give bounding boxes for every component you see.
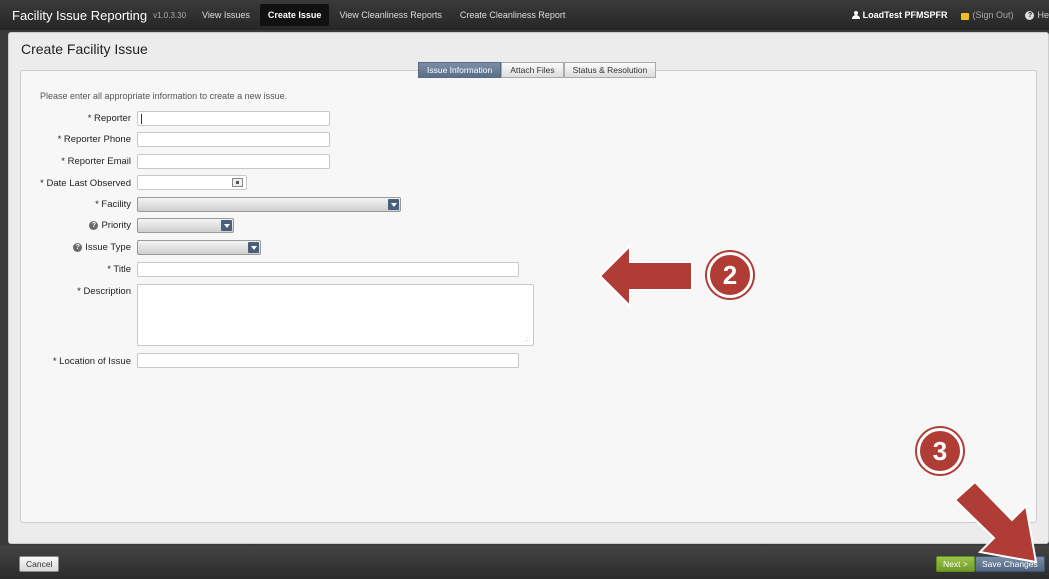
facility-label: * Facility (95, 199, 131, 210)
cancel-button[interactable]: Cancel (19, 556, 60, 572)
date-last-observed-label: * Date Last Observed (40, 178, 131, 189)
form-subtabs: Issue Information Attach Files Status & … (418, 62, 657, 78)
date-last-observed-field[interactable] (137, 175, 247, 190)
priority-select[interactable] (137, 218, 234, 233)
facility-select[interactable] (137, 197, 401, 212)
title-label: * Title (107, 264, 131, 275)
issue-type-select[interactable] (137, 240, 261, 255)
location-input[interactable] (138, 354, 518, 367)
reporter-phone-field[interactable] (137, 132, 330, 147)
annotation-badge-3: 3 (917, 428, 963, 474)
next-button[interactable]: Next > (936, 556, 975, 572)
nav-tab-create-cleanliness-report[interactable]: Create Cleanliness Report (452, 4, 574, 26)
resize-handle-icon[interactable]: .:: (525, 337, 530, 343)
calendar-icon[interactable] (232, 178, 243, 187)
priority-label: Priority (101, 220, 131, 231)
description-label: * Description (77, 286, 131, 297)
top-bar: Facility Issue Reporting v1.0.3.30 View … (0, 0, 1049, 30)
reporter-email-field[interactable] (137, 154, 330, 169)
issue-type-label-wrap: ? Issue Type (73, 242, 131, 253)
location-field[interactable] (137, 353, 519, 368)
reporter-phone-input[interactable] (138, 133, 329, 146)
lock-icon (961, 12, 970, 20)
app-title: Facility Issue Reporting (12, 7, 148, 23)
reporter-phone-label: * Reporter Phone (57, 134, 131, 145)
nav-tab-create-issue[interactable]: Create Issue (259, 4, 330, 26)
nav-tab-view-issues[interactable]: View Issues (194, 4, 258, 26)
reporter-input[interactable] (138, 112, 329, 125)
sign-out-link[interactable]: (Sign Out) (972, 10, 1013, 20)
priority-label-wrap: ? Priority (89, 220, 131, 231)
reporter-email-input[interactable] (138, 155, 329, 168)
app-version: v1.0.3.30 (153, 10, 187, 20)
location-label: * Location of Issue (52, 356, 131, 367)
help-icon[interactable]: ? (1025, 10, 1035, 20)
subtab-attach-files[interactable]: Attach Files (501, 62, 564, 78)
reporter-label: * Reporter (87, 113, 131, 124)
save-changes-button[interactable]: Save Changes (975, 556, 1045, 572)
page-title: Create Facility Issue (21, 41, 148, 57)
reporter-field[interactable] (137, 111, 330, 126)
issue-type-label: Issue Type (85, 242, 131, 253)
title-input[interactable] (138, 263, 518, 276)
user-name: LoadTest PFMSPFR (862, 10, 948, 20)
user-icon (851, 11, 860, 19)
chevron-down-icon[interactable] (388, 199, 399, 210)
description-textarea[interactable]: .:: (137, 284, 534, 346)
user-area: LoadTest PFMSPFR (Sign Out) ? He (851, 0, 1049, 30)
bottom-bar (0, 546, 1049, 579)
form-intro-text: Please enter all appropriate information… (40, 91, 288, 101)
help-link[interactable]: He (1037, 10, 1049, 20)
text-cursor (141, 114, 142, 124)
reporter-email-label: * Reporter Email (61, 156, 131, 167)
nav-tab-view-cleanliness-reports[interactable]: View Cleanliness Reports (331, 4, 449, 26)
title-field[interactable] (137, 262, 519, 277)
subtab-issue-information[interactable]: Issue Information (418, 62, 502, 78)
info-icon[interactable]: ? (89, 220, 99, 230)
subtab-status-resolution[interactable]: Status & Resolution (563, 62, 657, 78)
chevron-down-icon[interactable] (221, 220, 232, 231)
annotation-badge-2: 2 (707, 252, 753, 298)
date-last-observed-input[interactable] (138, 176, 246, 189)
info-icon[interactable]: ? (73, 242, 83, 252)
chevron-down-icon[interactable] (248, 242, 259, 253)
